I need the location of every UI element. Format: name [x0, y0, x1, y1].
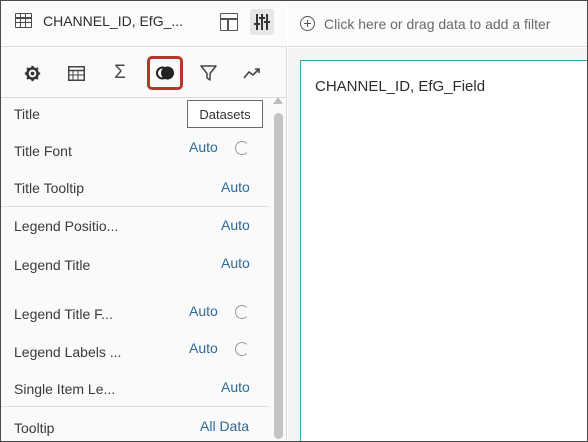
property-label: Legend Positio... — [14, 218, 119, 234]
properties-panel: CHANNEL_ID, EfG_... Σ Title Title Font A… — [1, 1, 287, 441]
properties-sliders-icon[interactable] — [250, 9, 274, 35]
property-row-single-item-legend[interactable]: Single Item Le... Auto — [1, 373, 271, 409]
visualization-title[interactable]: CHANNEL_ID, EfG_... — [43, 13, 183, 29]
table-icon — [67, 65, 85, 81]
scrollbar-thumb[interactable] — [274, 113, 283, 439]
panel-scrollbar[interactable] — [273, 97, 283, 441]
property-label: Title — [14, 106, 40, 122]
property-label: Title Font — [14, 143, 72, 159]
property-label: Legend Title F... — [14, 306, 113, 322]
property-value[interactable]: Auto — [221, 179, 250, 195]
property-row-tooltip[interactable]: Tooltip All Data — [1, 411, 271, 442]
trend-icon — [243, 68, 260, 79]
sigma-icon: Σ — [114, 62, 126, 83]
datasets-icon — [156, 66, 174, 80]
visualization-frame[interactable]: CHANNEL_ID, EfG_Field — [300, 60, 587, 441]
property-row-legend-labels[interactable]: Legend Labels ... Auto — [1, 335, 271, 371]
tab-datasets[interactable] — [147, 56, 183, 90]
property-label: Single Item Le... — [14, 381, 116, 397]
filter-bar[interactable]: Click here or drag data to add a filter — [288, 1, 587, 47]
property-row-title-tooltip[interactable]: Title Tooltip Auto — [1, 173, 271, 209]
canvas-area: CHANNEL_ID, EfG_Field — [288, 48, 587, 441]
property-label: Legend Labels ... — [14, 344, 122, 360]
property-value[interactable]: Auto — [221, 217, 250, 233]
layout-icon[interactable] — [220, 13, 238, 31]
tab-filters[interactable] — [193, 58, 223, 88]
visualization-canvas-title[interactable]: CHANNEL_ID, EfG_Field — [315, 78, 485, 95]
datasets-tooltip: Datasets — [187, 100, 263, 128]
filter-placeholder[interactable]: Click here or drag data to add a filter — [324, 16, 550, 32]
add-filter-plus-icon[interactable] — [300, 16, 315, 31]
property-label: Title Tooltip — [14, 180, 85, 196]
tab-values[interactable]: Σ — [105, 58, 135, 88]
reset-icon[interactable] — [235, 141, 249, 155]
property-row-title-font[interactable]: Title Font Auto — [1, 135, 271, 171]
property-value[interactable]: Auto — [189, 340, 218, 356]
property-tabs: Σ — [1, 48, 287, 98]
panel-header: CHANNEL_ID, EfG_... — [1, 1, 287, 47]
property-value[interactable]: Auto — [221, 379, 250, 395]
tab-general[interactable] — [17, 58, 47, 88]
tab-analytics[interactable] — [237, 58, 267, 88]
tab-table[interactable] — [61, 58, 91, 88]
property-label: Tooltip — [14, 420, 55, 436]
property-value[interactable]: Auto — [189, 139, 218, 155]
section-divider — [1, 206, 269, 207]
reset-icon[interactable] — [235, 305, 249, 319]
gear-icon — [24, 65, 40, 81]
property-value[interactable]: All Data — [200, 418, 249, 434]
scroll-up-arrow-icon[interactable] — [273, 97, 283, 104]
section-divider — [1, 406, 269, 407]
filter-icon — [199, 65, 217, 81]
property-row-legend-position[interactable]: Legend Positio... Auto — [1, 211, 271, 247]
table-grid-icon — [15, 13, 32, 28]
property-row-legend-title-font[interactable]: Legend Title F... Auto — [1, 297, 271, 333]
property-value[interactable]: Auto — [189, 303, 218, 319]
reset-icon[interactable] — [235, 342, 249, 356]
property-value[interactable]: Auto — [221, 255, 250, 271]
property-row-legend-title[interactable]: Legend Title Auto — [1, 249, 271, 285]
property-label: Legend Title — [14, 257, 91, 273]
